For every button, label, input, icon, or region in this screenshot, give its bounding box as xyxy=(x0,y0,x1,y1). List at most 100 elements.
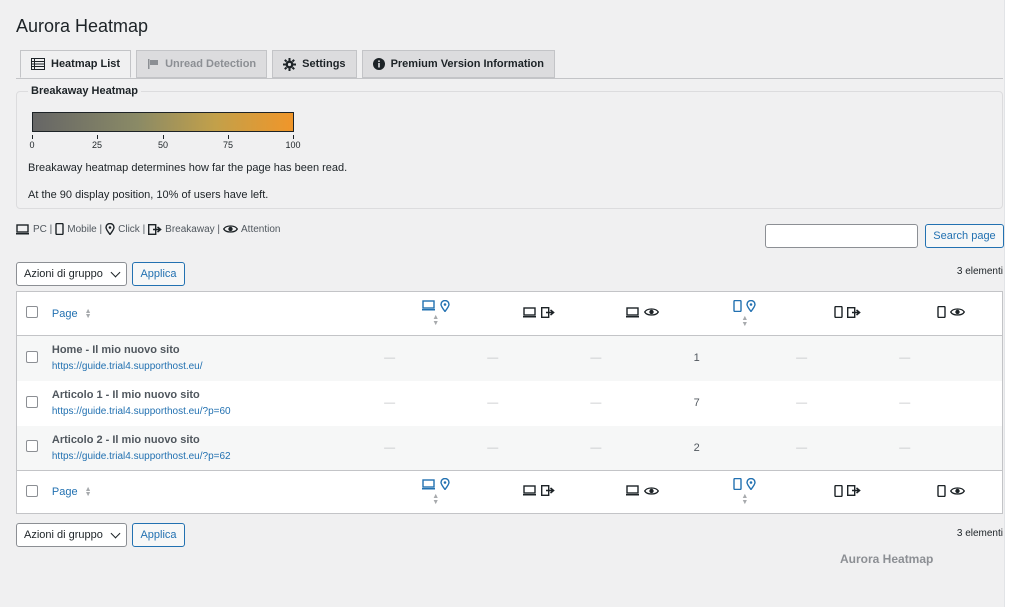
heatmap-table: Page ▲ ▼ ▲ ▼ ▲ ▼ Home - Il mio nuovo sit… xyxy=(16,291,1003,514)
legend-click: Click | xyxy=(118,223,146,235)
mobile-click-cell[interactable]: 2 xyxy=(694,426,796,471)
col-mobile-breakaway xyxy=(796,292,899,336)
scale-label: 25 xyxy=(91,140,103,150)
tab-heatmap-list[interactable]: Heatmap List xyxy=(20,50,132,78)
mobile-click-cell[interactable]: 7 xyxy=(694,381,796,426)
tab-label: Heatmap List xyxy=(51,58,121,70)
scale-label: 0 xyxy=(29,140,35,150)
col-mobile-breakaway-footer xyxy=(796,471,899,514)
search-input[interactable] xyxy=(765,224,918,248)
col-pc-attention xyxy=(590,292,693,336)
col-pc-breakaway-footer xyxy=(487,471,590,514)
breakaway-example: At the 90 display position, 10% of users… xyxy=(28,189,269,201)
page-url-link[interactable]: https://guide.trial4.supporthost.eu/ xyxy=(52,361,384,372)
scrollbar[interactable] xyxy=(1004,0,1024,607)
apply-button-bottom[interactable]: Applica xyxy=(132,523,185,547)
page-url-link[interactable]: https://guide.trial4.supporthost.eu/?p=6… xyxy=(52,451,384,462)
page-title: Aurora Heatmap xyxy=(16,16,149,36)
mobile-click-cell[interactable]: 1 xyxy=(694,336,796,381)
pc-attention-cell: — xyxy=(590,441,602,454)
bulk-actions-value: Azioni di gruppo xyxy=(24,529,103,541)
col-mobile-click-footer[interactable]: ▲ ▼ xyxy=(694,471,796,514)
page-url-link[interactable]: https://guide.trial4.supporthost.eu/?p=6… xyxy=(52,406,384,417)
apply-button-top[interactable]: Applica xyxy=(132,262,185,286)
breakaway-gradient-bar xyxy=(32,112,294,132)
chevron-down-icon xyxy=(110,528,121,539)
exit-icon xyxy=(847,485,861,496)
exit-icon xyxy=(540,485,555,496)
pc-breakaway-cell: — xyxy=(487,397,499,409)
location-pin-icon xyxy=(439,478,450,491)
breakaway-heatmap-box: Breakaway Heatmap 0 25 50 75 100 Breakaw… xyxy=(16,85,1003,209)
eye-icon xyxy=(223,225,239,233)
mobile-breakaway-cell: — xyxy=(796,352,808,365)
mobile-icon xyxy=(733,299,743,312)
bulk-actions-select-top[interactable]: Azioni di gruppo xyxy=(16,262,127,286)
legend-attention: Attention xyxy=(241,223,281,235)
footer-brand: Aurora Heatmap xyxy=(840,552,934,566)
item-count-bottom: 3 elementi xyxy=(956,528,1003,539)
sort-icon: ▲ ▼ xyxy=(741,493,749,506)
legend-breakaway: Breakaway | xyxy=(165,223,221,235)
sort-icon: ▲ ▼ xyxy=(84,307,92,320)
mobile-icon xyxy=(936,484,946,497)
table-row: Articolo 2 - Il mio nuovo sito https://gu… xyxy=(16,425,1003,471)
col-pc-click[interactable]: ▲ ▼ xyxy=(384,292,487,336)
legend-pc: PC | xyxy=(33,223,53,235)
location-pin-icon xyxy=(105,223,115,235)
sort-icon: ▲ ▼ xyxy=(432,492,440,506)
row-checkbox[interactable] xyxy=(26,440,38,453)
tab-bar: Heatmap List Unread Detection Settings P… xyxy=(20,50,555,78)
eye-icon xyxy=(949,486,965,495)
exit-icon xyxy=(540,306,555,318)
search-page-button[interactable]: Search page xyxy=(925,224,1004,248)
tab-unread-detection[interactable]: Unread Detection xyxy=(136,50,268,78)
col-mobile-attention-footer xyxy=(899,471,1002,514)
eye-icon xyxy=(643,486,659,495)
table-footer-row: Page ▲ ▼ ▲ ▼ ▲ ▼ xyxy=(16,470,1003,514)
chevron-down-icon xyxy=(110,267,121,278)
bulk-actions-select-bottom[interactable]: Azioni di gruppo xyxy=(16,523,127,547)
mobile-icon xyxy=(834,484,843,497)
col-mobile-click[interactable]: ▲ ▼ xyxy=(694,292,796,336)
tab-settings[interactable]: Settings xyxy=(272,50,357,78)
col-pc-click-footer[interactable]: ▲ ▼ xyxy=(384,471,487,514)
exit-icon xyxy=(148,223,162,235)
tab-divider xyxy=(16,78,1003,79)
mobile-icon xyxy=(55,223,64,235)
pc-icon xyxy=(625,306,639,317)
mobile-attention-cell: — xyxy=(899,352,911,365)
pc-attention-cell: — xyxy=(590,397,602,409)
eye-icon xyxy=(949,308,965,316)
select-all-checkbox[interactable] xyxy=(26,306,38,318)
flag-icon xyxy=(148,59,159,69)
pc-icon xyxy=(522,306,536,317)
page-column-sort-footer[interactable]: Page xyxy=(52,486,78,498)
col-pc-attention-footer xyxy=(590,471,693,514)
location-pin-icon xyxy=(746,478,757,490)
mobile-breakaway-cell: — xyxy=(796,441,808,454)
pc-click-cell: — xyxy=(384,397,396,409)
pc-click-cell: — xyxy=(384,352,396,365)
breakaway-description: Breakaway heatmap determines how far the… xyxy=(28,162,348,174)
mobile-icon xyxy=(936,306,946,318)
table-row: Home - Il mio nuovo sito https://guide.tr… xyxy=(16,335,1003,381)
pc-attention-cell: — xyxy=(590,352,602,365)
pc-icon xyxy=(625,485,639,496)
mobile-attention-cell: — xyxy=(899,397,911,409)
select-all-checkbox-footer[interactable] xyxy=(26,484,38,497)
page-column-sort[interactable]: Page xyxy=(52,308,78,320)
breakaway-scale: 0 25 50 75 100 xyxy=(29,135,301,155)
tab-premium-version-information[interactable]: Premium Version Information xyxy=(361,50,555,78)
tab-label: Unread Detection xyxy=(165,58,257,70)
eye-icon xyxy=(643,308,659,316)
pc-breakaway-cell: — xyxy=(487,441,499,454)
row-checkbox[interactable] xyxy=(26,350,38,363)
page-title-cell: Articolo 2 - Il mio nuovo sito xyxy=(51,433,200,446)
mobile-icon xyxy=(733,478,743,490)
pc-click-cell: — xyxy=(384,441,396,454)
scale-label: 100 xyxy=(285,140,301,150)
mobile-breakaway-cell: — xyxy=(796,397,808,409)
sort-icon: ▲ ▼ xyxy=(741,314,749,328)
row-checkbox[interactable] xyxy=(26,395,38,408)
